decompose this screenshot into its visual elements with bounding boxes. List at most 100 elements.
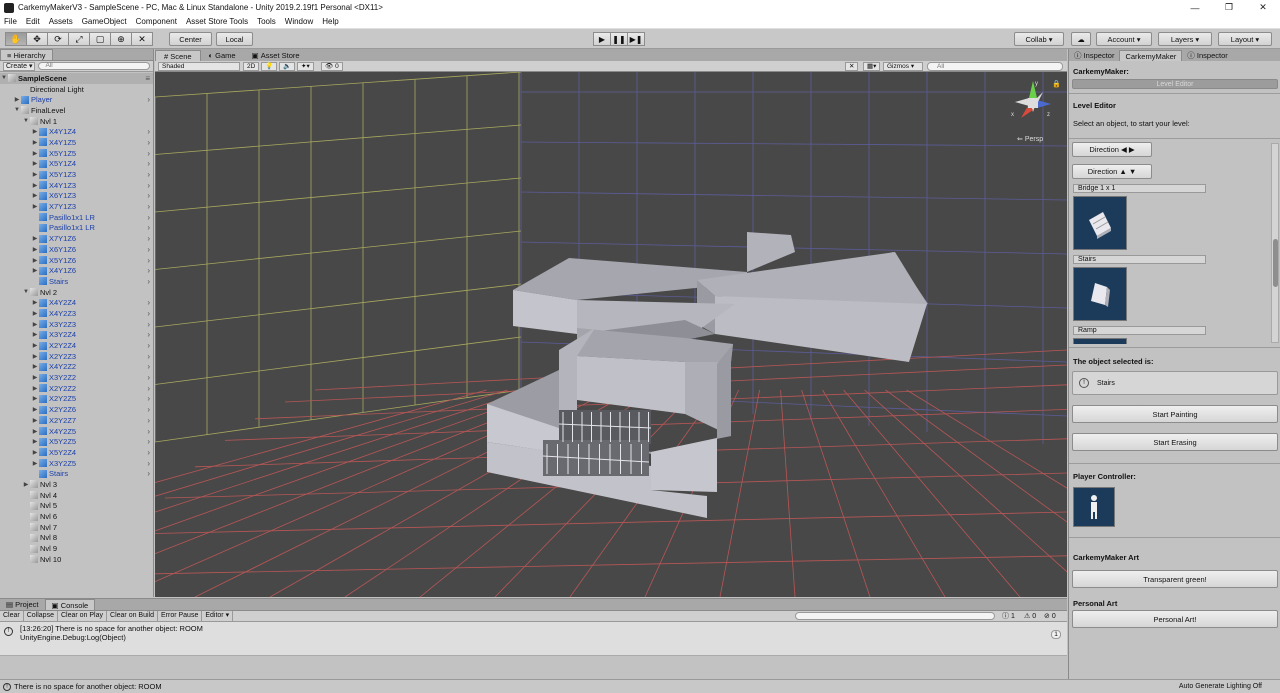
create-button[interactable]: Create ▾ — [3, 61, 36, 71]
expand-arrow-icon[interactable]: ▶ — [31, 246, 39, 253]
menu-edit[interactable]: Edit — [26, 17, 40, 26]
expand-arrow-icon[interactable]: ▶ — [31, 321, 39, 328]
expand-arrow-icon[interactable]: ▶ — [31, 235, 39, 242]
chevron-right-icon[interactable]: › — [147, 309, 150, 318]
expand-arrow-icon[interactable]: ▶ — [31, 192, 39, 199]
minimize-button[interactable]: — — [1178, 0, 1212, 15]
chevron-right-icon[interactable]: › — [147, 448, 150, 457]
hierarchy-row[interactable]: ▶ X4Y2Z5 › — [0, 426, 153, 437]
clear-button[interactable]: Clear — [0, 610, 24, 622]
expand-arrow-icon[interactable]: ▶ — [31, 267, 39, 274]
menu-assets[interactable]: Assets — [49, 17, 73, 26]
hierarchy-row[interactable]: Nvl 8 — [0, 533, 153, 544]
menu-help[interactable]: Help — [322, 17, 338, 26]
chevron-right-icon[interactable]: › — [147, 170, 150, 179]
lock-icon[interactable]: 🔒 — [1052, 80, 1061, 88]
console-search-input[interactable] — [795, 612, 995, 620]
tab-hierarchy[interactable]: ≡ Hierarchy — [0, 49, 53, 60]
transparent-green-button[interactable]: Transparent green! — [1072, 570, 1278, 588]
account-dropdown[interactable]: Account ▾ — [1096, 32, 1152, 46]
player-controller-button[interactable] — [1073, 487, 1115, 527]
tab-asset-store[interactable]: ▣ Asset Store — [244, 50, 308, 61]
collapse-button[interactable]: Collapse — [24, 610, 58, 622]
expand-arrow-icon[interactable]: ▶ — [31, 374, 39, 381]
chevron-right-icon[interactable]: › — [147, 320, 150, 329]
hierarchy-row[interactable]: ▶ Player › — [0, 94, 153, 105]
audio-toggle-icon[interactable]: 🔈 — [279, 62, 296, 71]
expand-arrow-icon[interactable]: ▶ — [31, 310, 39, 317]
hierarchy-row[interactable]: Nvl 5 — [0, 501, 153, 512]
custom-tool-icon[interactable]: ✕ — [131, 32, 153, 46]
hierarchy-row[interactable]: ▶ X2Y2Z4 › — [0, 340, 153, 351]
expand-arrow-icon[interactable]: ▼ — [22, 289, 30, 295]
tools-icon[interactable]: ✕ — [845, 62, 859, 71]
hierarchy-row[interactable]: ▶ X4Y1Z3 › — [0, 180, 153, 191]
transform-tool-icon[interactable]: ⊕ — [110, 32, 132, 46]
maximize-button[interactable]: ❐ — [1212, 0, 1246, 15]
clear-on-build-button[interactable]: Clear on Build — [107, 610, 158, 622]
expand-arrow-icon[interactable]: ▶ — [13, 96, 21, 103]
prefab-stairs-button[interactable] — [1073, 267, 1127, 321]
hierarchy-row[interactable]: Pasillo1x1 LR › — [0, 212, 153, 223]
hidden-objects-toggle[interactable]: 👁 0 — [321, 62, 343, 71]
hierarchy-row[interactable]: Nvl 10 — [0, 554, 153, 565]
direction-ud-button[interactable]: Direction ▲ ▼ — [1072, 164, 1152, 179]
chevron-right-icon[interactable]: › — [147, 245, 150, 254]
hierarchy-row[interactable]: Pasillo1x1 LR › — [0, 223, 153, 234]
hand-tool-icon[interactable]: ✋ — [5, 32, 27, 46]
pivot-center-button[interactable]: Center — [169, 32, 212, 46]
expand-arrow-icon[interactable]: ▶ — [31, 417, 39, 424]
pause-button[interactable]: ❚❚ — [610, 32, 628, 46]
hierarchy-row[interactable]: ▶ X4Y2Z2 › — [0, 362, 153, 373]
layers-dropdown[interactable]: Layers ▾ — [1158, 32, 1212, 46]
expand-arrow-icon[interactable]: ▶ — [31, 342, 39, 349]
chevron-right-icon[interactable]: › — [147, 469, 150, 478]
hierarchy-row[interactable]: ▼ Nvl 1 — [0, 116, 153, 127]
hierarchy-row[interactable]: Stairs › — [0, 276, 153, 287]
warning-count[interactable]: ⚠ 0 — [1024, 611, 1036, 622]
prefab-bridge-button[interactable] — [1073, 196, 1127, 250]
chevron-right-icon[interactable]: › — [147, 256, 150, 265]
menu-file[interactable]: File — [4, 17, 17, 26]
scrollbar-thumb[interactable] — [1273, 239, 1278, 287]
hierarchy-row[interactable]: Nvl 7 — [0, 522, 153, 533]
start-erasing-button[interactable]: Start Erasing — [1072, 433, 1278, 451]
hierarchy-row[interactable]: ▶ X2Y2Z7 › — [0, 415, 153, 426]
expand-arrow-icon[interactable]: ▶ — [31, 385, 39, 392]
hierarchy-row[interactable]: Directional Light — [0, 84, 153, 95]
chevron-right-icon[interactable]: › — [147, 95, 150, 104]
hierarchy-row[interactable]: ▼ Nvl 2 — [0, 287, 153, 298]
expand-arrow-icon[interactable]: ▶ — [31, 363, 39, 370]
hierarchy-row[interactable]: ▶ X5Y1Z5 › — [0, 148, 153, 159]
camera-dropdown-icon[interactable]: ▦▾ — [863, 62, 881, 71]
hierarchy-row[interactable]: ▶ X6Y1Z3 › — [0, 191, 153, 202]
scene-menu-icon[interactable]: ≡ — [145, 74, 150, 83]
rotate-tool-icon[interactable]: ⟳ — [47, 32, 69, 46]
hierarchy-row[interactable]: ▶ X4Y1Z5 › — [0, 137, 153, 148]
expand-arrow-icon[interactable]: ▶ — [31, 150, 39, 157]
expand-arrow-icon[interactable]: ▶ — [31, 257, 39, 264]
expand-arrow-icon[interactable]: ▶ — [31, 395, 39, 402]
expand-arrow-icon[interactable]: ▶ — [31, 139, 39, 146]
lighting-toggle-icon[interactable]: 💡 — [261, 62, 278, 71]
expand-arrow-icon[interactable]: ▶ — [31, 331, 39, 338]
chevron-right-icon[interactable]: › — [147, 373, 150, 382]
chevron-right-icon[interactable]: › — [147, 149, 150, 158]
chevron-right-icon[interactable]: › — [147, 427, 150, 436]
hierarchy-row[interactable]: Nvl 9 — [0, 543, 153, 554]
menu-asset-store-tools[interactable]: Asset Store Tools — [186, 17, 248, 26]
menu-component[interactable]: Component — [136, 17, 177, 26]
chevron-right-icon[interactable]: › — [147, 234, 150, 243]
hierarchy-row[interactable]: ▼ FinalLevel — [0, 105, 153, 116]
start-painting-button[interactable]: Start Painting — [1072, 405, 1278, 423]
tab-inspector-left[interactable]: ⓘ Inspector — [1069, 50, 1119, 61]
expand-arrow-icon[interactable]: ▼ — [13, 107, 21, 113]
hierarchy-row[interactable]: ▶ X7Y1Z3 › — [0, 201, 153, 212]
expand-arrow-icon[interactable]: ▶ — [31, 160, 39, 167]
tab-project[interactable]: ▤ Project — [0, 599, 45, 610]
expand-arrow-icon[interactable]: ▼ — [0, 75, 8, 81]
personal-art-button[interactable]: Personal Art! — [1072, 610, 1278, 628]
expand-arrow-icon[interactable]: ▶ — [31, 428, 39, 435]
scene-root[interactable]: ▼ SampleScene ≡ — [0, 73, 153, 84]
hierarchy-row[interactable]: ▶ X2Y2Z6 › — [0, 404, 153, 415]
